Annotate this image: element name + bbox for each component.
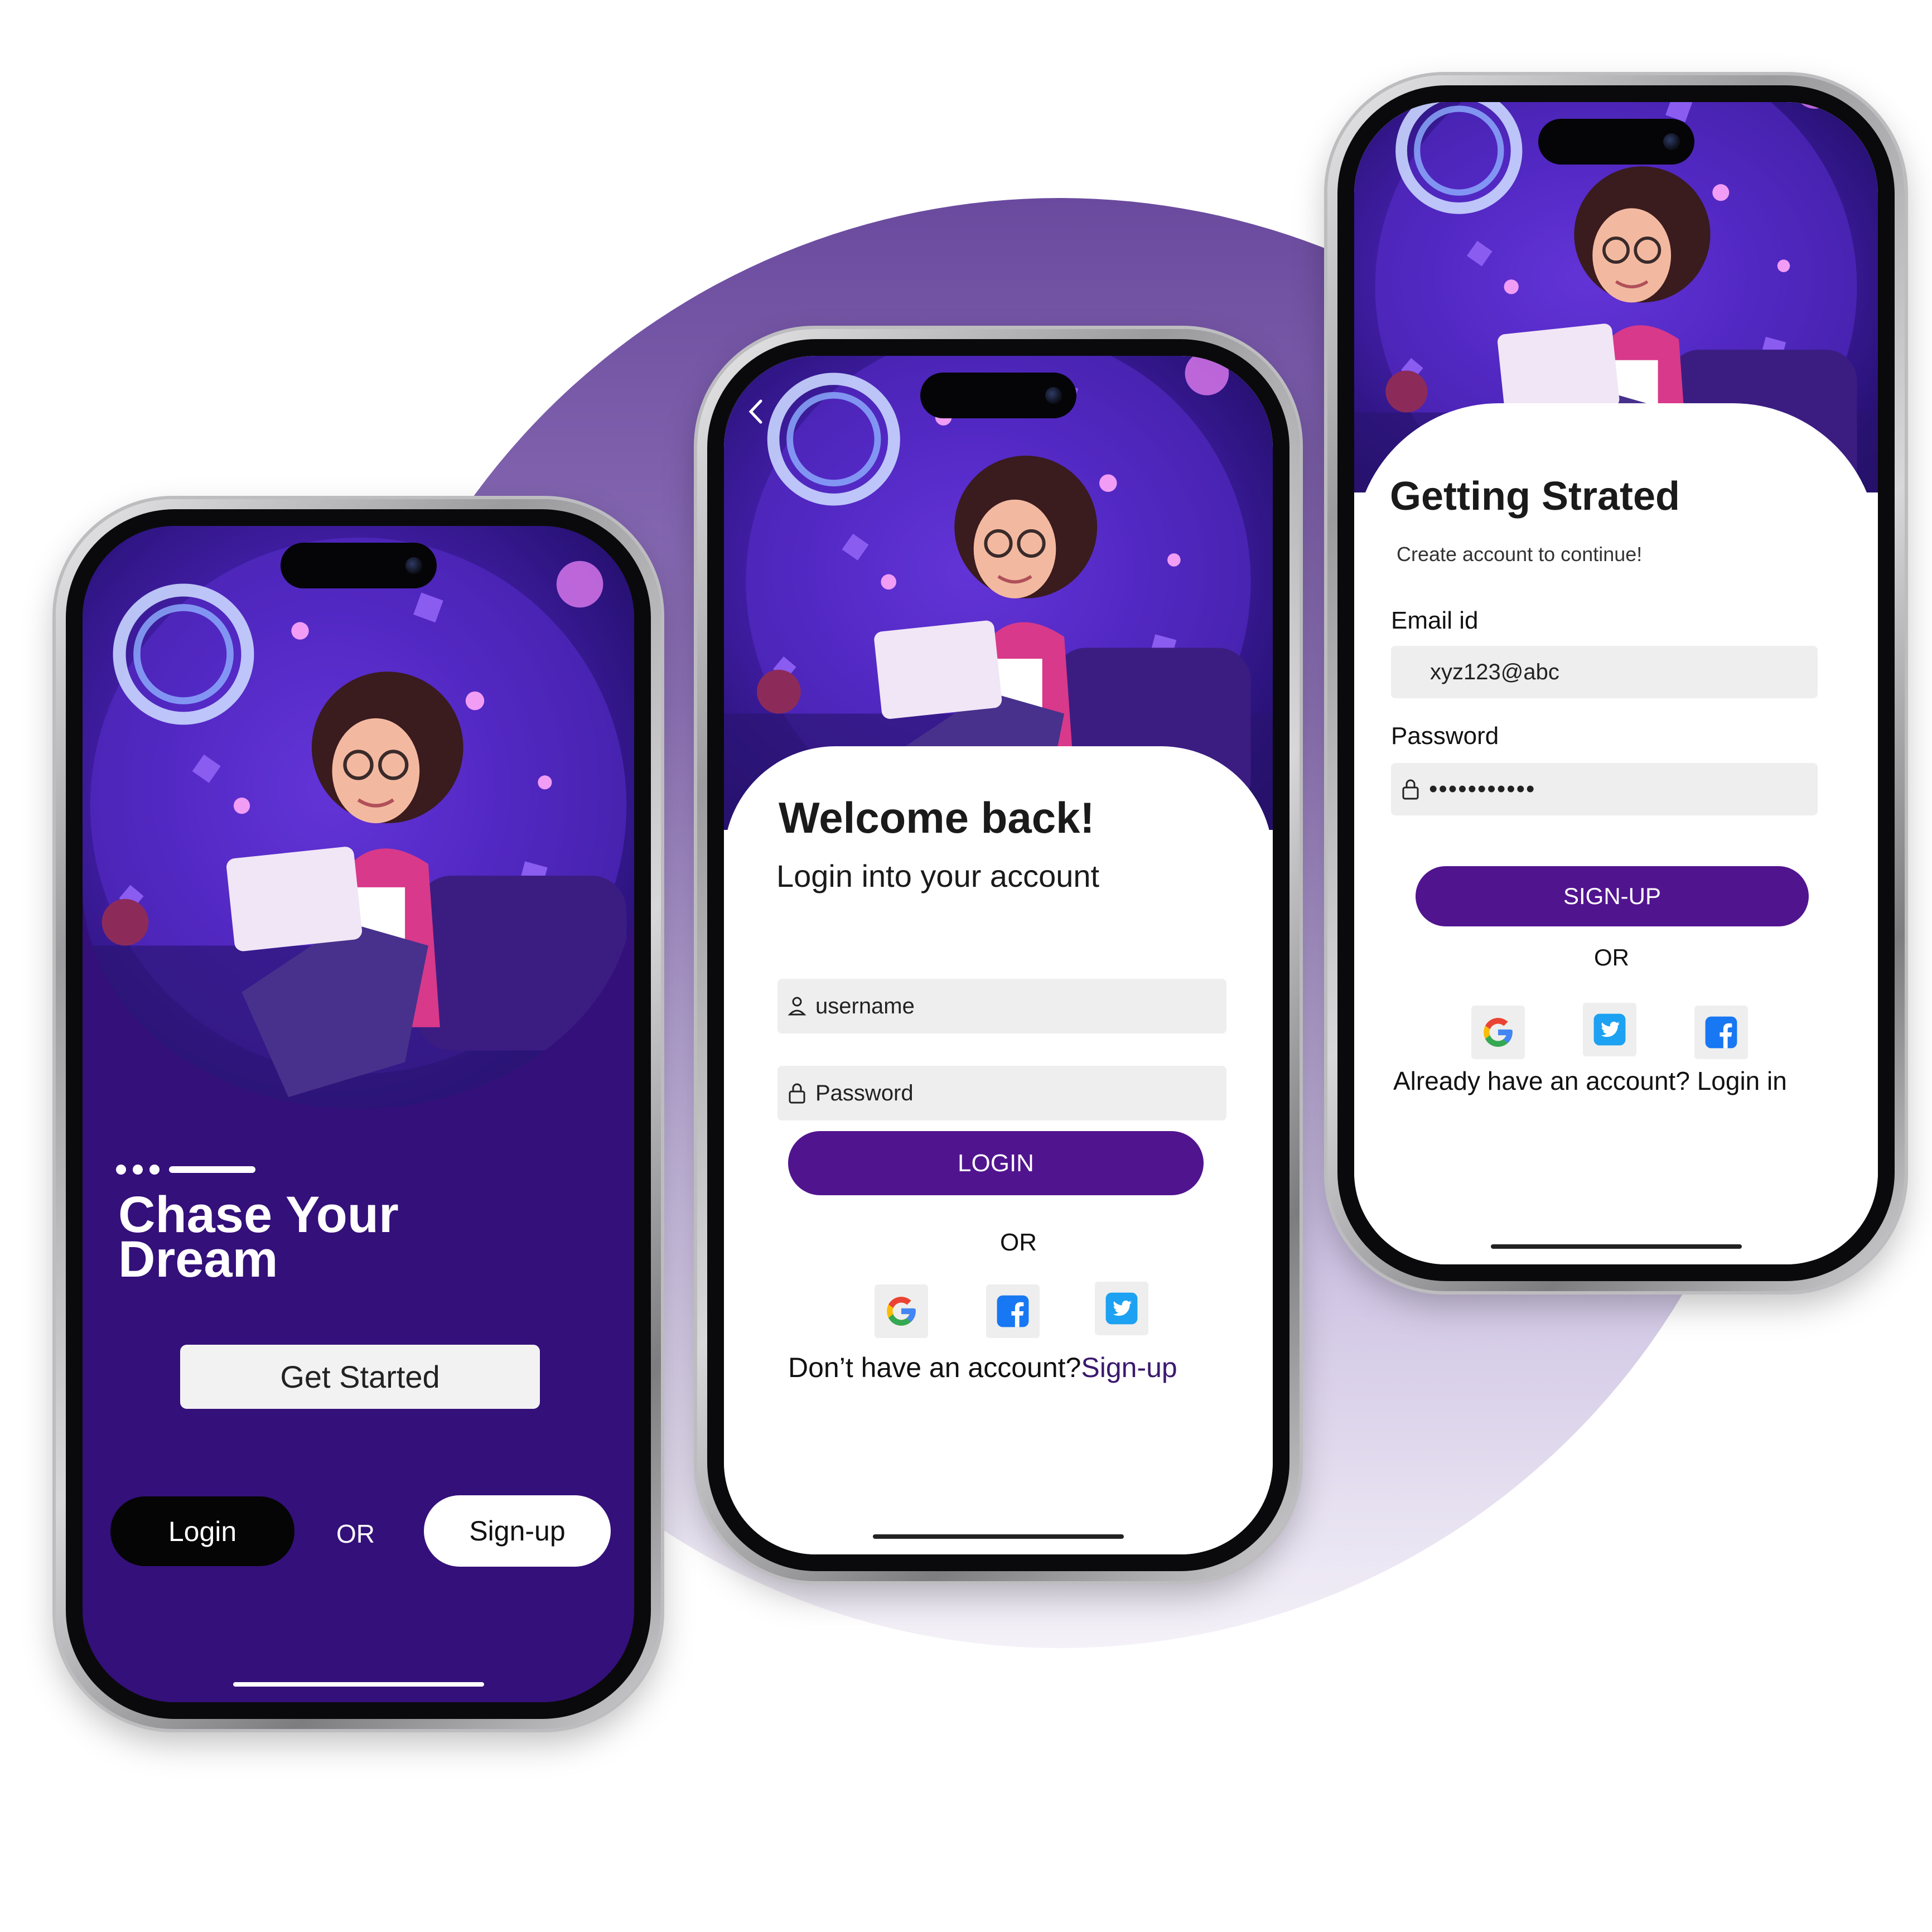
dynamic-island bbox=[920, 373, 1076, 418]
illustration-image bbox=[83, 526, 634, 1109]
password-value: ••••••••••• bbox=[1429, 775, 1536, 803]
phone-welcome: Chase Your Dream Get Started Login OR Si… bbox=[56, 499, 661, 1729]
facebook-signup-button[interactable] bbox=[1694, 1006, 1748, 1059]
create-account-subheading: Create account to continue! bbox=[1397, 543, 1643, 566]
home-indicator[interactable] bbox=[1490, 1244, 1742, 1249]
login-submit-button[interactable]: LOGIN bbox=[788, 1131, 1204, 1195]
lock-icon bbox=[788, 1082, 806, 1104]
facebook-login-button[interactable] bbox=[986, 1284, 1040, 1338]
twitter-icon bbox=[1593, 1013, 1626, 1046]
home-indicator[interactable] bbox=[233, 1682, 484, 1687]
signup-prompt: Don’t have an account?Sign-up bbox=[788, 1352, 1177, 1383]
signup-submit-button[interactable]: SIGN-UP bbox=[1416, 866, 1809, 926]
dynamic-island bbox=[280, 543, 437, 588]
login-prompt[interactable]: Already have an account? Login in bbox=[1393, 1066, 1787, 1096]
get-started-button[interactable]: Get Started bbox=[180, 1345, 540, 1409]
or-separator: OR bbox=[336, 1519, 375, 1548]
google-login-button[interactable] bbox=[875, 1284, 928, 1338]
dynamic-island bbox=[1538, 119, 1694, 165]
signup-card bbox=[1354, 403, 1878, 1264]
signup-screen: Getting Strated Create account to contin… bbox=[1354, 102, 1878, 1264]
google-icon bbox=[1484, 1018, 1513, 1047]
login-button[interactable]: Login bbox=[110, 1496, 294, 1566]
signup-button[interactable]: Sign-up bbox=[424, 1495, 611, 1567]
chevron-left-icon[interactable] bbox=[745, 395, 767, 433]
password-label: Password bbox=[1391, 722, 1499, 750]
or-separator: OR bbox=[1594, 944, 1629, 970]
username-input[interactable]: username bbox=[777, 979, 1226, 1033]
login-screen: Welcome back! Login into your account us… bbox=[724, 356, 1273, 1554]
twitter-signup-button[interactable] bbox=[1583, 1003, 1636, 1056]
username-placeholder: username bbox=[815, 993, 915, 1018]
user-icon bbox=[788, 996, 806, 1017]
welcome-screen: Chase Your Dream Get Started Login OR Si… bbox=[83, 526, 634, 1702]
twitter-icon bbox=[1105, 1292, 1138, 1325]
facebook-icon bbox=[1705, 1016, 1737, 1049]
page-title: Chase Your Dream bbox=[118, 1186, 399, 1288]
lock-icon bbox=[1401, 778, 1420, 800]
login-subheading: Login into your account bbox=[776, 858, 1100, 893]
password-placeholder: Password bbox=[815, 1080, 914, 1105]
google-icon bbox=[887, 1297, 916, 1326]
or-separator: OR bbox=[1000, 1229, 1037, 1256]
password-input[interactable]: Password bbox=[777, 1066, 1226, 1120]
facebook-icon bbox=[997, 1295, 1029, 1327]
google-signup-button[interactable] bbox=[1471, 1006, 1525, 1059]
email-label: Email id bbox=[1391, 607, 1479, 634]
getting-started-heading: Getting Strated bbox=[1390, 474, 1680, 519]
phone-signup: Getting Strated Create account to contin… bbox=[1327, 75, 1905, 1291]
phone-login: Welcome back! Login into your account us… bbox=[697, 329, 1300, 1581]
password-field[interactable]: ••••••••••• bbox=[1391, 763, 1818, 815]
hero-illustration bbox=[83, 526, 634, 1109]
home-indicator[interactable] bbox=[873, 1534, 1124, 1539]
welcome-heading: Welcome back! bbox=[779, 793, 1095, 842]
twitter-login-button[interactable] bbox=[1095, 1282, 1148, 1335]
signup-link[interactable]: Sign-up bbox=[1081, 1352, 1177, 1383]
email-value: xyz123@abc bbox=[1430, 659, 1559, 684]
email-field[interactable]: xyz123@abc bbox=[1391, 646, 1818, 698]
